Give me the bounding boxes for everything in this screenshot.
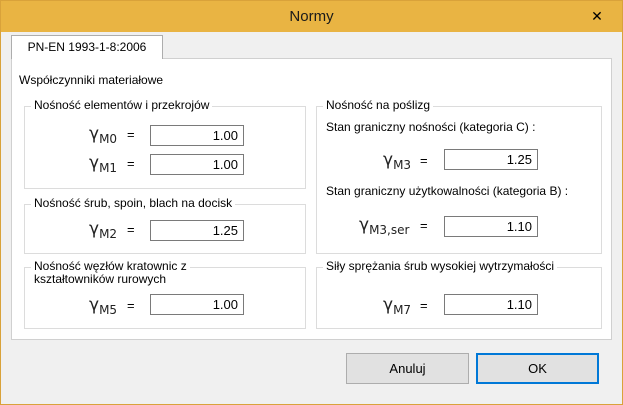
close-icon[interactable]: ✕ (579, 6, 615, 27)
tab-pn-en-1993-1-8[interactable]: PN-EN 1993-1-8:2006 (11, 35, 163, 59)
gamma-m3ser-equals: = (420, 218, 428, 233)
gamma-m3ser-input[interactable]: 1.10 (444, 216, 538, 237)
cancel-button[interactable]: Anuluj (346, 353, 469, 384)
gamma-m7-equals: = (420, 298, 428, 313)
gamma-m5-equals: = (127, 298, 135, 313)
gamma-m1-equals: = (127, 156, 135, 171)
gamma-m3-symbol: γM3 (383, 150, 412, 172)
section-label: Współczynniki materiałowe (19, 73, 164, 87)
gamma-m3ser-symbol: γM3,ser (359, 215, 410, 237)
gamma-m1-symbol: γM1 (89, 153, 118, 175)
gamma-m7-input[interactable]: 1.10 (444, 294, 538, 315)
gamma-m5-symbol: γM5 (89, 295, 118, 317)
gamma-m2-symbol: γM2 (89, 219, 118, 241)
group-element-resistance (24, 106, 306, 189)
gamma-m5-input[interactable]: 1.00 (150, 294, 244, 315)
gamma-m0-symbol: γM0 (89, 124, 118, 146)
uls-label: Stan graniczny nośności (kategoria C) : (323, 121, 539, 134)
sls-label: Stan graniczny użytkowalności (kategoria… (323, 185, 572, 198)
gamma-m7-symbol: γM7 (383, 295, 412, 317)
gamma-m0-equals: = (127, 127, 135, 142)
gamma-m0-input[interactable]: 1.00 (150, 125, 244, 146)
group-slip-resistance-title: Nośność na poślizg (323, 99, 434, 112)
gamma-m3-equals: = (420, 153, 428, 168)
title-bar[interactable]: Normy ✕ (1, 1, 622, 32)
ok-button[interactable]: OK (476, 353, 599, 384)
group-element-resistance-title: Nośność elementów i przekrojów (31, 99, 213, 112)
group-truss-joints-title: Nośność węzłów kratownic z kształtownikó… (31, 260, 190, 286)
gamma-m1-input[interactable]: 1.00 (150, 154, 244, 175)
dialog-window: Normy ✕ PN-EN 1993-1-8:2006 Współczynnik… (0, 0, 623, 405)
gamma-m2-input[interactable]: 1.25 (150, 220, 244, 241)
window-title: Normy (289, 8, 334, 25)
gamma-m3-input[interactable]: 1.25 (444, 149, 538, 170)
group-bolt-preload-title: Siły sprężania śrub wysokiej wytrzymałoś… (323, 260, 558, 273)
gamma-m2-equals: = (127, 222, 135, 237)
group-bolts-welds-title: Nośność śrub, spoin, blach na docisk (31, 197, 236, 210)
